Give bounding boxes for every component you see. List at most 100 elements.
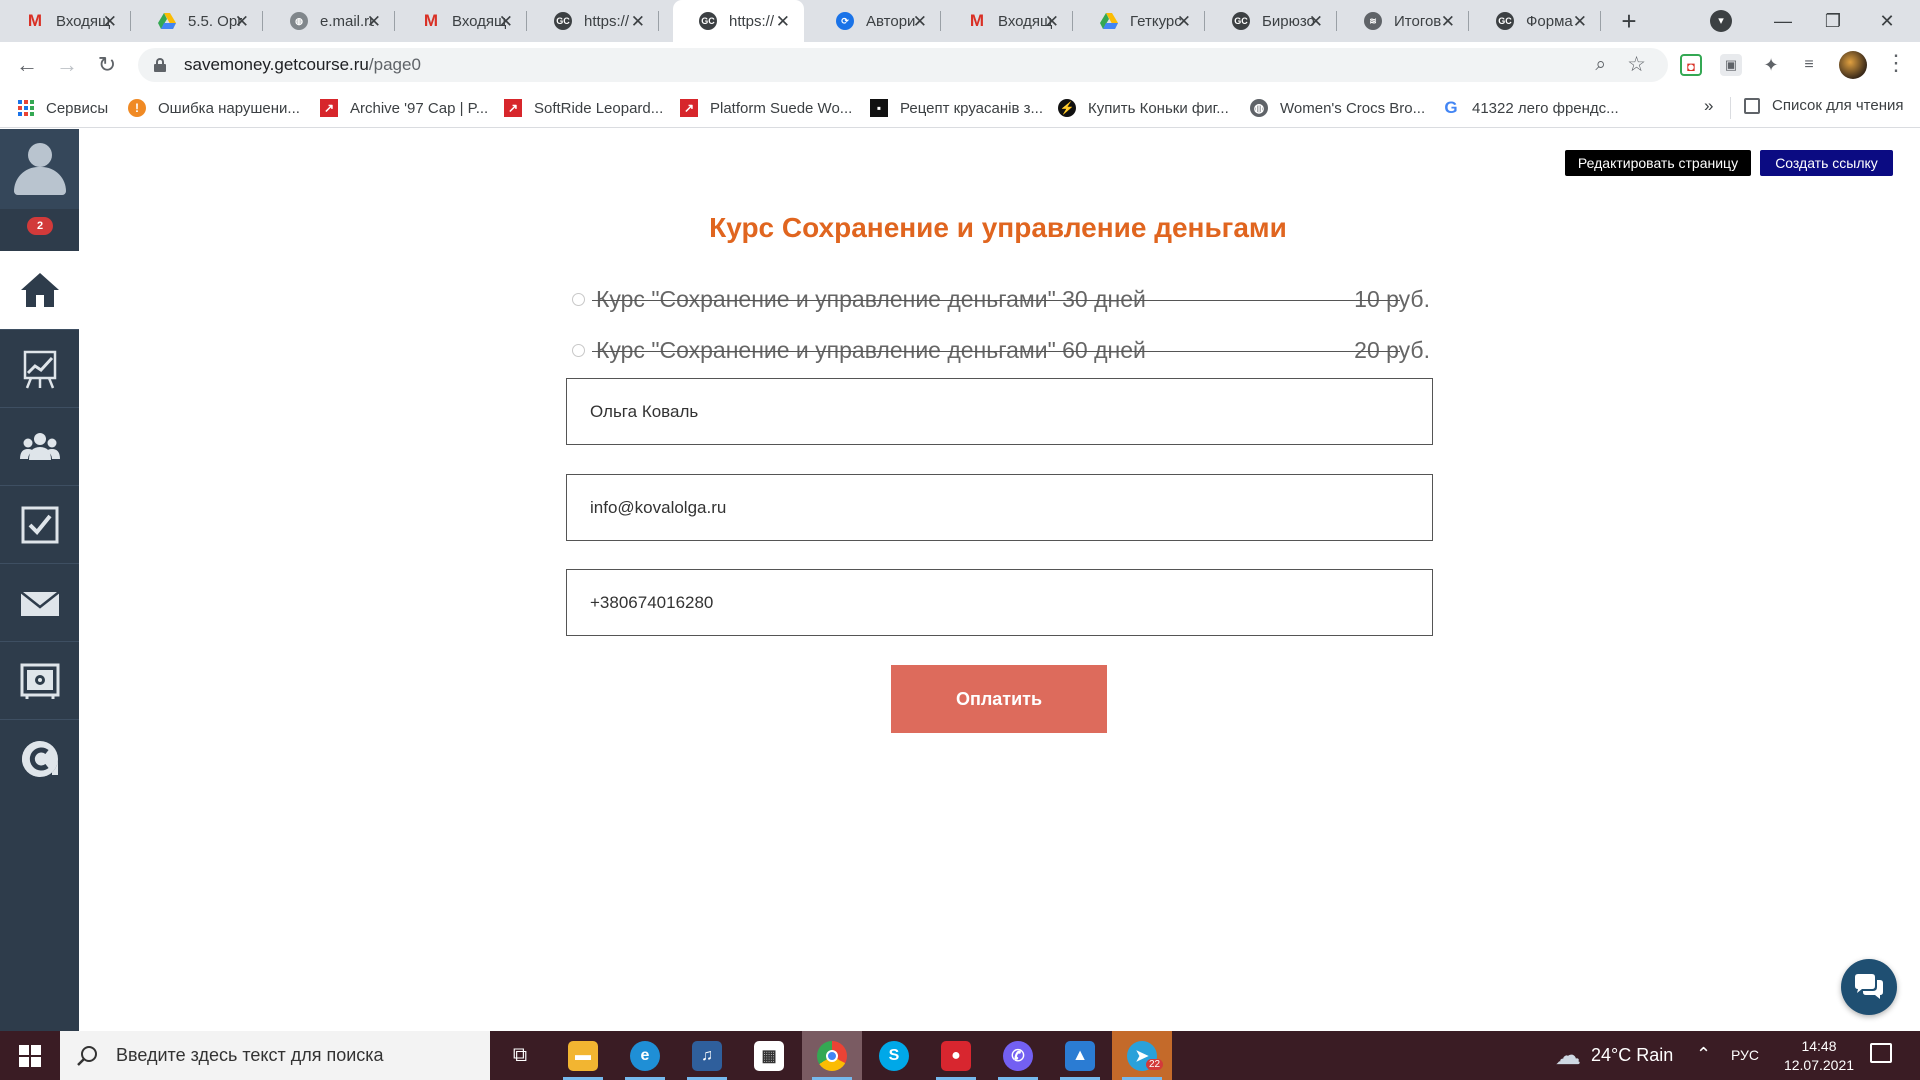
bookmarks-overflow-button[interactable]: » — [1704, 96, 1713, 116]
viber-button[interactable]: ✆ — [988, 1031, 1048, 1080]
close-icon[interactable]: ✕ — [1441, 12, 1455, 32]
close-icon[interactable]: ✕ — [1309, 12, 1323, 32]
close-icon[interactable]: ✕ — [913, 12, 927, 32]
bookmark-apps[interactable]: Сервисы — [18, 97, 108, 119]
close-icon[interactable]: ✕ — [499, 12, 513, 32]
user-avatar[interactable] — [0, 129, 79, 209]
start-button[interactable] — [0, 1031, 60, 1080]
clock-date: 12.07.2021 — [1783, 1057, 1855, 1073]
gmail-icon: M — [27, 11, 43, 30]
zoom-icon[interactable]: ⌕ — [1595, 54, 1606, 76]
browser-tab-active[interactable]: GC https:// ✕ — [673, 0, 804, 42]
edge-button[interactable]: e — [615, 1031, 675, 1080]
browser-tab[interactable]: M Входящ ✕ — [942, 0, 1073, 42]
profile-avatar[interactable] — [1839, 51, 1867, 79]
store-button[interactable]: ▦ — [739, 1031, 799, 1080]
offer-radio[interactable] — [572, 344, 585, 357]
close-icon[interactable]: ✕ — [103, 12, 117, 32]
browser-tab[interactable]: GC Бирюзо ✕ — [1206, 0, 1337, 42]
puma-icon: ↗ — [680, 99, 698, 117]
browser-tab[interactable]: M Входящ ✕ — [396, 0, 527, 42]
chrome-button[interactable] — [802, 1031, 862, 1080]
tray-chevron-up-icon[interactable]: ⌃ — [1696, 1044, 1711, 1065]
browser-tab[interactable]: 5.5. Орг ✕ — [132, 0, 263, 42]
url-text[interactable]: savemoney.getcourse.ru/page0 — [184, 55, 421, 75]
rain-cloud-icon: ☁ — [1555, 1040, 1581, 1070]
recorder-button[interactable]: ● — [926, 1031, 986, 1080]
bookmarks-divider — [1730, 97, 1731, 119]
taskbar-clock[interactable]: 14:48 12.07.2021 — [1776, 1037, 1862, 1075]
file-explorer-button[interactable]: ▬ — [553, 1031, 613, 1080]
notification-center-icon[interactable] — [1870, 1043, 1892, 1063]
clock-time: 14:48 — [1801, 1038, 1837, 1054]
browser-tab[interactable]: ◍ e.mail.ru ✕ — [264, 0, 395, 42]
bookmark-item[interactable]: ▪ Рецепт круасанів з... — [870, 97, 1043, 119]
browser-tab[interactable]: ≋ Итогов ✕ — [1338, 0, 1469, 42]
phone-field[interactable]: +380674016280 — [566, 569, 1433, 636]
bookmark-item[interactable]: ◍ Women's Crocs Bro... — [1250, 97, 1425, 119]
browser-tab[interactable]: GC Форма ✕ — [1470, 0, 1601, 42]
media-player-button[interactable]: ♫ — [677, 1031, 737, 1080]
sidebar-item-home[interactable] — [0, 251, 79, 329]
close-icon[interactable]: ✕ — [1045, 12, 1059, 32]
weather-widget[interactable]: ☁ 24°C Rain — [1555, 1031, 1673, 1080]
bookmark-item[interactable]: ! Ошибка нарушени... — [128, 97, 300, 119]
close-window-icon[interactable]: ✕ — [1864, 6, 1910, 36]
back-arrow-icon[interactable]: ← — [12, 50, 42, 80]
taskbar-search-box[interactable]: Введите здесь текст для поиска — [60, 1031, 490, 1080]
bookmark-item[interactable]: ⚡ Купить Коньки фиг... — [1058, 97, 1229, 119]
sidebar-item-users[interactable] — [0, 407, 79, 485]
media-control-icon[interactable]: ≡ — [1798, 54, 1820, 76]
skype-icon: S — [879, 1040, 909, 1071]
bookmark-star-icon[interactable]: ☆ — [1627, 52, 1646, 77]
offer-option[interactable]: Курс "Сохранение и управление деньгами" … — [572, 335, 1430, 365]
name-field[interactable]: Ольга Коваль — [566, 378, 1433, 445]
close-icon[interactable]: ✕ — [776, 12, 790, 32]
close-icon[interactable]: ✕ — [235, 12, 249, 32]
notification-badge[interactable]: 2 — [27, 217, 53, 235]
email-field[interactable]: info@kovalolga.ru — [566, 474, 1433, 541]
lock-icon[interactable] — [154, 58, 166, 72]
bookmark-item[interactable]: ↗ Archive '97 Cap | P... — [320, 97, 488, 119]
close-icon[interactable]: ✕ — [367, 12, 381, 32]
extension-contact-icon[interactable]: ▣ — [1720, 54, 1742, 76]
close-icon[interactable]: ✕ — [631, 12, 645, 32]
sidebar-item-sales[interactable] — [0, 641, 79, 719]
sidebar-item-getcourse[interactable] — [0, 719, 79, 797]
bookmark-item[interactable]: ↗ Platform Suede Wo... — [680, 97, 852, 119]
telegram-button[interactable]: ➤ 22 — [1112, 1031, 1172, 1080]
browser-tab[interactable]: GC https:// ✕ — [528, 0, 659, 42]
reload-icon[interactable]: ↻ — [92, 50, 122, 80]
restore-icon[interactable]: ❐ — [1810, 6, 1856, 36]
close-icon[interactable]: ✕ — [1573, 12, 1587, 32]
language-indicator[interactable]: РУС — [1731, 1047, 1759, 1063]
skype-button[interactable]: S — [864, 1031, 924, 1080]
address-bar[interactable]: savemoney.getcourse.ru/page0 ⌕ ☆ — [138, 48, 1668, 82]
tab-search-icon[interactable]: ▾ — [1710, 10, 1732, 32]
extension-shield-icon[interactable]: ◘ — [1680, 54, 1702, 76]
offer-option[interactable]: Курс "Сохранение и управление деньгами" … — [572, 284, 1430, 314]
bookmark-item[interactable]: ↗ SoftRide Leopard... — [504, 97, 663, 119]
forward-arrow-icon[interactable]: → — [52, 50, 82, 80]
reading-list-button[interactable]: Список для чтения — [1744, 97, 1904, 114]
task-view-button[interactable]: ⧉ — [490, 1031, 550, 1080]
new-tab-button[interactable]: + — [1614, 6, 1644, 36]
extensions-puzzle-icon[interactable]: ✦ — [1760, 54, 1782, 76]
bookmark-item[interactable]: G 41322 лего френдс... — [1442, 97, 1618, 119]
browser-tab[interactable]: ⟳ Автори ✕ — [810, 0, 941, 42]
kebab-menu-icon[interactable]: ⋮ — [1885, 50, 1907, 76]
sidebar-item-tasks[interactable] — [0, 485, 79, 563]
browser-tab[interactable]: Геткурс ✕ — [1074, 0, 1205, 42]
photos-button[interactable]: ▲ — [1050, 1031, 1110, 1080]
task-view-icon: ⧉ — [512, 1044, 528, 1066]
browser-tab[interactable]: M Входящ ✕ — [0, 0, 131, 42]
close-icon[interactable]: ✕ — [1177, 12, 1191, 32]
pay-button[interactable]: Оплатить — [891, 665, 1107, 733]
sidebar-item-statistics[interactable] — [0, 329, 79, 407]
create-link-button[interactable]: Создать ссылку — [1760, 150, 1893, 176]
edit-page-button[interactable]: Редактировать страницу — [1565, 150, 1751, 176]
sidebar-item-messages[interactable] — [0, 563, 79, 641]
minimize-icon[interactable]: — — [1760, 6, 1806, 36]
chat-widget-button[interactable] — [1841, 959, 1897, 1015]
offer-radio[interactable] — [572, 293, 585, 306]
